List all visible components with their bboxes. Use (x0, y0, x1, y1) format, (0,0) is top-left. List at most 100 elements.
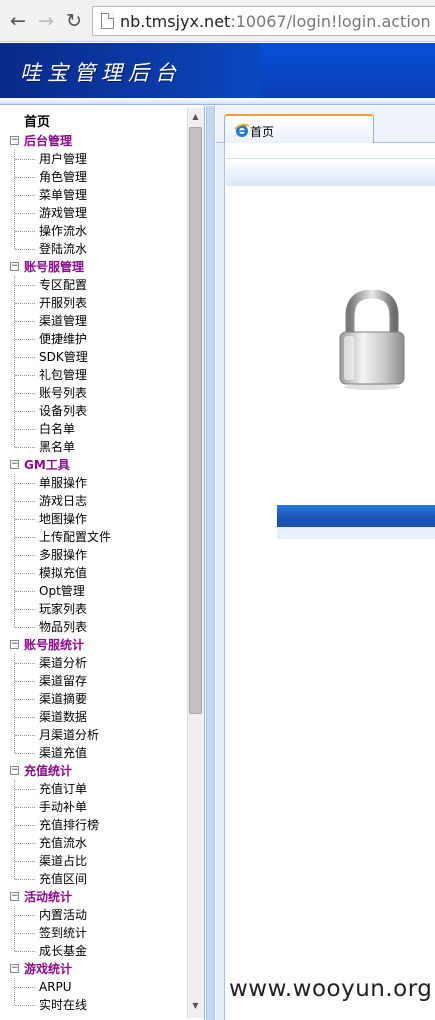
sidebar-item[interactable]: 实时在线 (0, 996, 185, 1014)
sidebar-item[interactable]: 角色管理 (0, 168, 185, 186)
sidebar-item-label[interactable]: 专区配置 (39, 276, 87, 294)
sidebar-item[interactable]: 开服列表 (0, 294, 185, 312)
collapse-toggle-icon[interactable]: − (10, 892, 19, 901)
sidebar-item[interactable]: 充值订单 (0, 780, 185, 798)
sidebar-item[interactable]: 游戏管理 (0, 204, 185, 222)
tab-home[interactable]: 首页 (224, 114, 374, 144)
sidebar-group[interactable]: − 账号服统计 (0, 636, 185, 654)
sidebar-item-label[interactable]: 手动补单 (39, 798, 87, 816)
sidebar-item-label[interactable]: 白名单 (39, 420, 75, 438)
sidebar-item-label[interactable]: 角色管理 (39, 168, 87, 186)
sidebar-group-label[interactable]: 账号服管理 (24, 258, 84, 276)
scroll-up-icon[interactable]: ▲ (187, 109, 204, 125)
sidebar-group-label[interactable]: 后台管理 (24, 132, 72, 150)
sidebar-item-label[interactable]: 菜单管理 (39, 186, 87, 204)
sidebar-item-label[interactable]: ARPU (39, 978, 72, 996)
sidebar-item-label[interactable]: 游戏日志 (39, 492, 87, 510)
sidebar-item[interactable]: 签到统计 (0, 924, 185, 942)
forward-arrow-icon[interactable]: → (35, 10, 57, 32)
sidebar-item[interactable]: 充值排行榜 (0, 816, 185, 834)
sidebar-item[interactable]: 手动补单 (0, 798, 185, 816)
scrollbar-thumb[interactable] (189, 127, 202, 714)
sidebar-item[interactable]: 用户管理 (0, 150, 185, 168)
url-text[interactable]: nb.tmsjyx.net:10067/login!login.action (120, 12, 431, 31)
sidebar-item-label[interactable]: 开服列表 (39, 294, 87, 312)
sidebar-item[interactable]: 多服操作 (0, 546, 185, 564)
sidebar-item[interactable]: 渠道分析 (0, 654, 185, 672)
sidebar-item[interactable]: 渠道留存 (0, 672, 185, 690)
sidebar-item-label[interactable]: Opt管理 (39, 582, 85, 600)
sidebar-group[interactable]: − GM工具 (0, 456, 185, 474)
sidebar-item-label[interactable]: 玩家列表 (39, 600, 87, 618)
sidebar-item-label[interactable]: 渠道数据 (39, 708, 87, 726)
panel-splitter[interactable] (206, 106, 215, 1020)
sidebar-item[interactable]: 专区配置 (0, 276, 185, 294)
sidebar-item[interactable]: 渠道占比 (0, 852, 185, 870)
sidebar-group-label[interactable]: GM工具 (24, 456, 70, 474)
sidebar-item[interactable]: 充值流水 (0, 834, 185, 852)
sidebar-item[interactable]: 成长基金 (0, 942, 185, 960)
collapse-toggle-icon[interactable]: − (10, 766, 19, 775)
sidebar-item-label[interactable]: SDK管理 (39, 348, 88, 366)
sidebar-item-label[interactable]: 用户管理 (39, 150, 87, 168)
sidebar-item-label[interactable]: 黑名单 (39, 438, 75, 456)
sidebar-item[interactable]: 地图操作 (0, 510, 185, 528)
sidebar-item-label[interactable]: 渠道充值 (39, 744, 87, 762)
sidebar-item[interactable]: 黑名单 (0, 438, 185, 456)
sidebar-item[interactable]: 设备列表 (0, 402, 185, 420)
sidebar-item-label[interactable]: 签到统计 (39, 924, 87, 942)
sidebar-item-label[interactable]: 充值排行榜 (39, 816, 99, 834)
sidebar-group[interactable]: − 充值统计 (0, 762, 185, 780)
sidebar-item-label[interactable]: 充值区间 (39, 870, 87, 888)
collapse-toggle-icon[interactable]: − (10, 640, 19, 649)
sidebar-item-label[interactable]: 渠道摘要 (39, 690, 87, 708)
sidebar-group[interactable]: − 账号服管理 (0, 258, 185, 276)
sidebar-group-label[interactable]: 游戏统计 (24, 960, 72, 978)
sidebar-item[interactable]: 账号列表 (0, 384, 185, 402)
sidebar-item[interactable]: 玩家列表 (0, 600, 185, 618)
collapse-toggle-icon[interactable]: − (10, 964, 19, 973)
sidebar-group[interactable]: − 活动统计 (0, 888, 185, 906)
sidebar-item[interactable]: SDK管理 (0, 348, 185, 366)
sidebar-item-label[interactable]: 渠道留存 (39, 672, 87, 690)
sidebar-item[interactable]: 模拟充值 (0, 564, 185, 582)
sidebar-item[interactable]: 白名单 (0, 420, 185, 438)
sidebar-item-label[interactable]: 物品列表 (39, 618, 87, 636)
sidebar-item[interactable]: Opt管理 (0, 582, 185, 600)
sidebar-item[interactable]: 渠道管理 (0, 312, 185, 330)
sidebar-item-label[interactable]: 登陆流水 (39, 240, 87, 258)
address-bar[interactable]: nb.tmsjyx.net:10067/login!login.action (92, 6, 435, 36)
sidebar-item-label[interactable]: 地图操作 (39, 510, 87, 528)
sidebar-item-label[interactable]: 充值订单 (39, 780, 87, 798)
reload-icon[interactable]: ↻ (63, 10, 85, 32)
sidebar-item[interactable]: 内置活动 (0, 906, 185, 924)
sidebar-item[interactable]: 游戏日志 (0, 492, 185, 510)
sidebar-item-label[interactable]: 成长基金 (39, 942, 87, 960)
sidebar-item[interactable]: ARPU (0, 978, 185, 996)
sidebar-group-label[interactable]: 充值统计 (24, 762, 72, 780)
sidebar-item[interactable]: 单服操作 (0, 474, 185, 492)
sidebar-item[interactable]: 月渠道分析 (0, 726, 185, 744)
sidebar-group[interactable]: − 游戏统计 (0, 960, 185, 978)
sidebar-item-label[interactable]: 设备列表 (39, 402, 87, 420)
sidebar-group[interactable]: − 后台管理 (0, 132, 185, 150)
sidebar-item[interactable]: 礼包管理 (0, 366, 185, 384)
sidebar-item-label[interactable]: 操作流水 (39, 222, 87, 240)
sidebar-item-label[interactable]: 多服操作 (39, 546, 87, 564)
sidebar-item-label[interactable]: 上传配置文件 (39, 528, 111, 546)
sidebar-group-label[interactable]: 活动统计 (24, 888, 72, 906)
sidebar-item-label[interactable]: 单服操作 (39, 474, 87, 492)
sidebar-item[interactable]: 充值区间 (0, 870, 185, 888)
sidebar-item-label[interactable]: 内置活动 (39, 906, 87, 924)
collapse-toggle-icon[interactable]: − (10, 460, 19, 469)
sidebar-item[interactable]: 物品列表 (0, 618, 185, 636)
sidebar-item[interactable]: 登陆流水 (0, 240, 185, 258)
collapse-toggle-icon[interactable]: − (10, 262, 19, 271)
sidebar-item-label[interactable]: 渠道占比 (39, 852, 87, 870)
sidebar-item[interactable]: 渠道摘要 (0, 690, 185, 708)
sidebar-item[interactable]: 渠道数据 (0, 708, 185, 726)
sidebar-group-label[interactable]: 账号服统计 (24, 636, 84, 654)
sidebar-home[interactable]: 首页 (24, 114, 50, 132)
sidebar-item-label[interactable]: 渠道管理 (39, 312, 87, 330)
sidebar-item-label[interactable]: 模拟充值 (39, 564, 87, 582)
